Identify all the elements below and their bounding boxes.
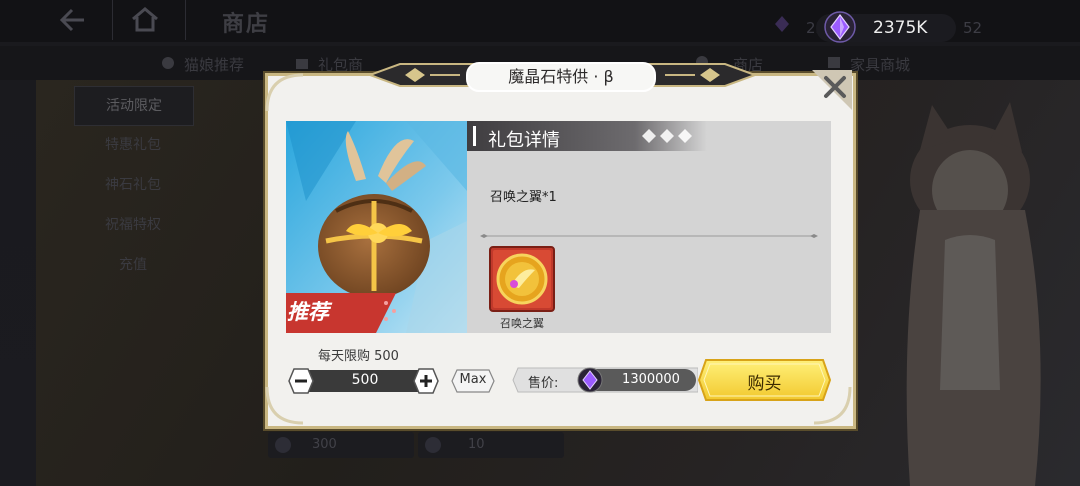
catgirl-illustration [906,102,1041,486]
item-name: 召唤之翼 [500,317,544,330]
furniture-icon [828,57,840,68]
background-card-value: 300 [312,437,337,452]
dialog-title: 魔晶石特供 · β [466,62,656,92]
home-icon[interactable] [130,6,160,32]
background-card [268,432,414,458]
pack-contents: 召唤之翼*1 [490,190,557,205]
tab-gift-shop[interactable]: 礼包商 [318,54,363,75]
cat-icon [162,57,174,69]
currency-main-value: 2375K [873,18,928,38]
buy-label: 购买 [747,374,782,394]
gift-icon [296,59,308,69]
plus-icon[interactable] [413,368,439,394]
minus-icon[interactable] [288,368,314,394]
recommend-badge: 推荐 [287,300,329,324]
sidebar-item-limited[interactable]: 活动限定 [74,86,194,126]
max-label: Max [459,372,487,387]
tab-cat-recommend[interactable]: 猫娘推荐 [184,54,244,75]
price-label: 售价: [528,376,559,391]
back-icon[interactable] [58,8,86,32]
corner-ornament [265,73,304,112]
sidebar-item-recharge[interactable]: 充值 [74,246,192,284]
detail-title: 礼包详情 [488,130,560,151]
tab-furniture-mall[interactable]: 家具商城 [850,54,910,75]
summon-wing-coin-icon[interactable] [489,246,555,312]
background-card-value: 10 [468,437,485,452]
background-card [418,432,564,458]
quantity-input[interactable]: 500 [306,372,424,388]
divider [112,0,113,40]
gem-icon [577,367,603,393]
close-icon[interactable] [812,70,852,110]
gem-icon [775,16,789,32]
currency-other-value: 52 [963,19,983,37]
price-value: 1300000 [622,372,680,387]
daily-limit: 每天限购 500 [318,349,399,364]
divider [480,234,818,238]
sidebar-item-stone[interactable]: 神石礼包 [74,166,192,204]
sidebar-item-discount[interactable]: 特惠礼包 [74,126,192,164]
sidebar-item-blessing[interactable]: 祝福特权 [74,206,192,244]
divider [185,0,186,40]
page-title: 商店 [222,12,271,37]
gem-icon[interactable] [824,11,856,43]
